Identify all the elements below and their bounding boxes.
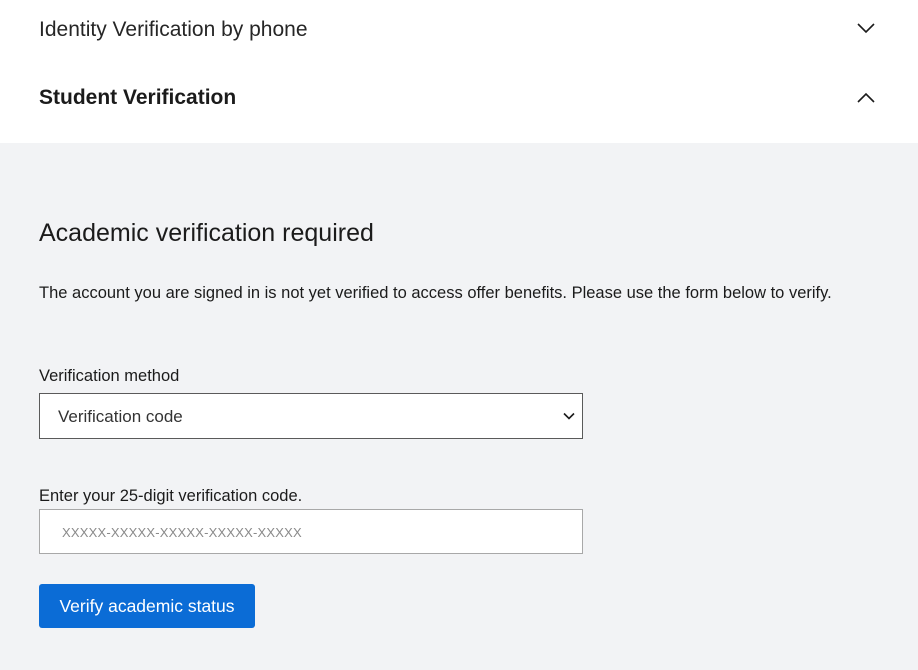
student-verification-panel: Academic verification required The accou…	[0, 143, 918, 670]
panel-description: The account you are signed in is not yet…	[39, 284, 832, 302]
verification-method-value: Verification code	[58, 407, 183, 426]
verification-code-input[interactable]: XXXXX-XXXXX-XXXXX-XXXXX-XXXXX	[39, 509, 583, 554]
accordion-header-student-verification[interactable]: Student Verification	[0, 68, 918, 143]
verify-academic-status-button[interactable]: Verify academic status	[39, 584, 255, 628]
accordion-header-identity-phone[interactable]: Identity Verification by phone	[0, 0, 918, 68]
chevron-down-icon	[857, 23, 875, 34]
verification-method-label: Verification method	[39, 367, 180, 385]
verification-code-placeholder: XXXXX-XXXXX-XXXXX-XXXXX-XXXXX	[62, 525, 302, 540]
accordion-title-student-verification: Student Verification	[39, 86, 237, 109]
chevron-down-icon	[563, 412, 575, 420]
accordion-title-identity-phone: Identity Verification by phone	[39, 18, 308, 41]
chevron-up-icon	[857, 92, 875, 103]
verification-code-label: Enter your 25-digit verification code.	[39, 487, 303, 505]
verification-method-select[interactable]: Verification code	[39, 393, 583, 439]
panel-heading: Academic verification required	[39, 219, 374, 247]
